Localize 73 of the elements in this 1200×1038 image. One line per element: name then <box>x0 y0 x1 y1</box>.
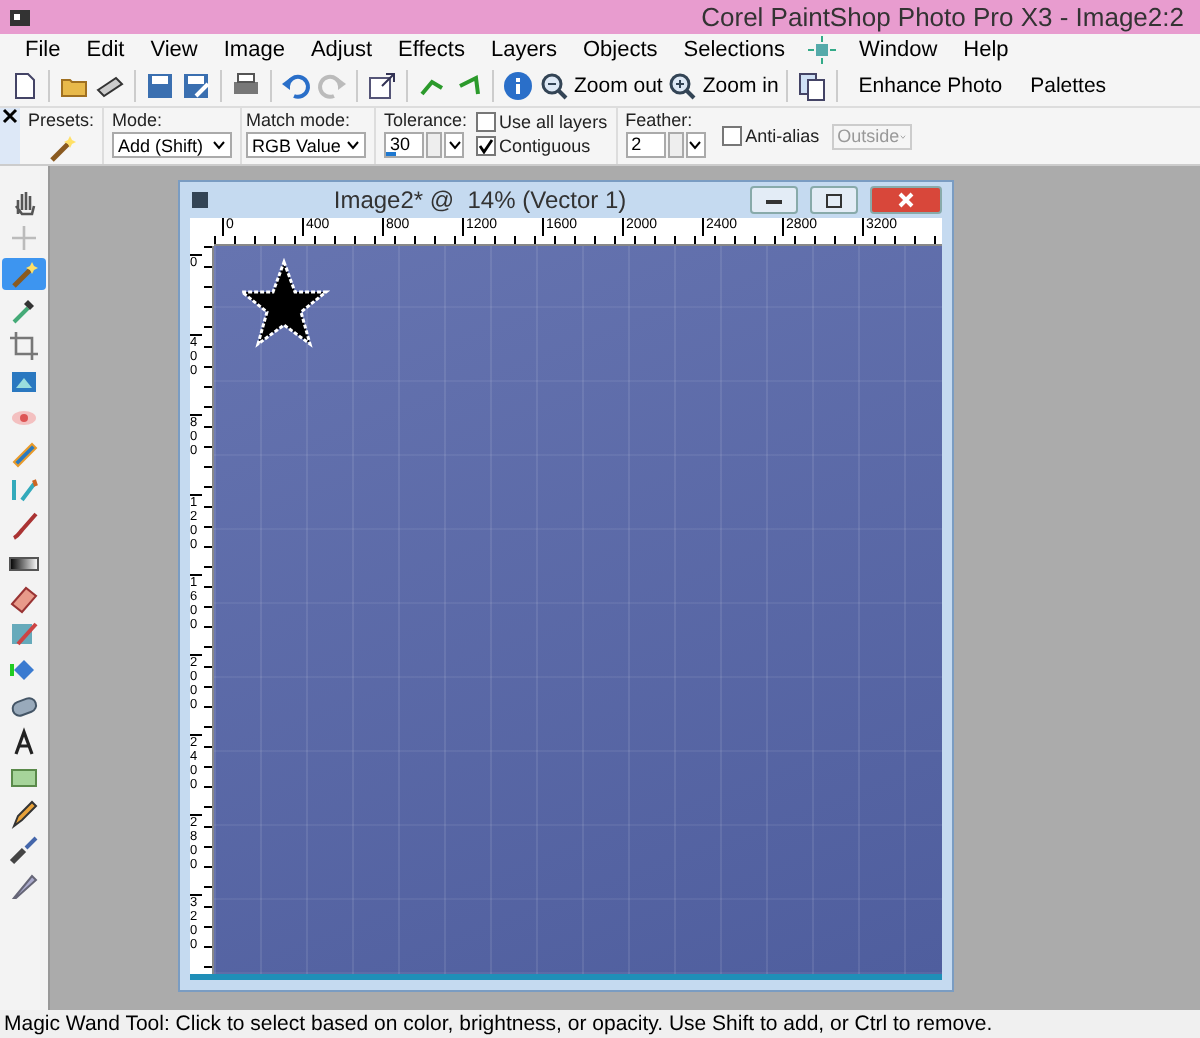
feather-label: Feather: <box>625 110 695 130</box>
maximize-button[interactable] <box>810 186 858 214</box>
checkbox[interactable] <box>475 136 496 156</box>
eraser-icon <box>8 582 40 614</box>
move-arrows-icon <box>8 222 40 254</box>
draw-pen-icon <box>8 870 40 902</box>
magic-wand-icon <box>8 258 40 290</box>
checkbox[interactable] <box>475 112 496 132</box>
match-mode-dropdown[interactable]: RGB Value <box>246 132 367 158</box>
tolerance-field[interactable]: 30 <box>384 132 425 158</box>
crop-icon <box>8 330 40 362</box>
checkbox-label: Use all layers <box>499 112 608 132</box>
minimize-icon <box>766 196 782 204</box>
dropdown-button[interactable] <box>685 132 706 158</box>
minimize-button[interactable] <box>750 186 798 214</box>
info-button[interactable] <box>502 68 534 104</box>
caret-icon <box>447 140 462 150</box>
magic-wand-tool[interactable] <box>2 258 46 290</box>
star-shape <box>238 258 330 350</box>
menu-item[interactable]: Window <box>846 38 951 62</box>
zoom-out-button[interactable]: Zoom out <box>538 68 663 104</box>
caret-icon <box>688 140 703 150</box>
menu-item[interactable]: File <box>12 38 74 62</box>
caret-icon <box>212 140 227 150</box>
image-window-title: Image2* @ 14% (Vector 1) <box>331 186 629 214</box>
eyedropper-icon <box>8 294 40 326</box>
copy-pages-button[interactable] <box>796 68 829 104</box>
menu-item[interactable]: Edit <box>73 38 138 62</box>
menu-item[interactable]: Selections <box>670 38 799 62</box>
status-text: Magic Wand Tool: Click to select based on color, brightness, or opacity. Use Shift to add, or Ctrl to remove. <box>4 1012 993 1036</box>
toolbar-button[interactable]: Enhance Photo <box>846 68 1015 104</box>
close-button[interactable] <box>870 186 942 214</box>
menu-item[interactable]: Help <box>950 38 1022 62</box>
menu-item[interactable]: Objects <box>569 38 671 62</box>
app-icon <box>8 5 32 29</box>
zoom-out-icon <box>538 70 570 102</box>
caret-icon <box>346 140 361 150</box>
restore-icon <box>826 193 842 207</box>
redo-icon <box>316 70 348 102</box>
paint-bucket-icon <box>8 654 40 686</box>
mode-label: Mode: <box>112 110 165 130</box>
undo-icon <box>280 70 312 102</box>
resize-button[interactable] <box>366 68 398 104</box>
crop-tool[interactable] <box>4 330 44 362</box>
pen-icon <box>8 798 40 830</box>
floppy-disk-pen-button[interactable] <box>180 68 212 104</box>
dropdown-button[interactable] <box>444 132 465 158</box>
feather-field[interactable]: 2 <box>625 132 666 158</box>
tolerance-label: Tolerance: <box>384 110 468 130</box>
toolbar-button[interactable]: Palettes <box>1018 68 1119 104</box>
close-icon <box>898 192 914 208</box>
paintbrush-icon <box>8 510 40 542</box>
menu-item[interactable]: Adjust <box>297 38 386 62</box>
smudge-brush-icon <box>8 834 40 866</box>
zoom-in-button[interactable]: Zoom in <box>666 68 779 104</box>
zoom-in-icon <box>666 70 699 102</box>
menu-item[interactable]: Effects <box>385 38 478 62</box>
presets-button[interactable] <box>45 132 77 164</box>
window-title: Corel PaintShop Photo Pro X3 - Image2:2 <box>701 2 1184 32</box>
magic-wand-icon <box>45 132 77 164</box>
presets-label: Presets: <box>28 110 95 130</box>
checkbox-label: Anti-alias <box>745 126 820 146</box>
menu-item[interactable]: Image <box>210 38 298 62</box>
mode-dropdown[interactable]: Add (Shift) <box>112 132 233 158</box>
checkmark-icon <box>477 138 494 154</box>
close-icon[interactable] <box>2 108 18 124</box>
checkbox-label: Contiguous <box>499 136 591 156</box>
menu-item[interactable]: Layers <box>477 38 570 62</box>
image-window-icon <box>190 190 210 210</box>
floppy-disk-button[interactable] <box>144 68 176 104</box>
match-mode-label: Match mode: <box>246 110 353 130</box>
checkbox[interactable] <box>721 126 742 146</box>
menu-item[interactable]: View <box>137 38 211 62</box>
